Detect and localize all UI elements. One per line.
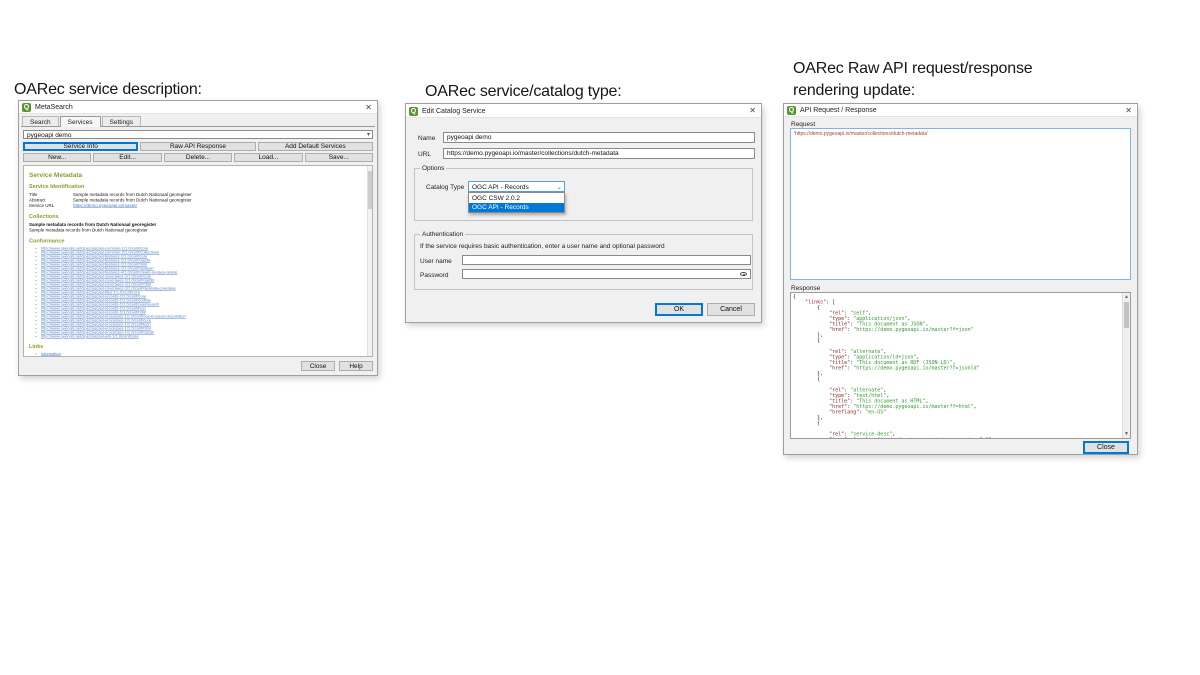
service-info-panel: Service Metadata Service Identification … <box>23 165 373 357</box>
field-label: Service URL <box>29 203 73 209</box>
delete-button[interactable]: Delete... <box>164 153 232 162</box>
edit-catalog-window: Q Edit Catalog Service ✕ Name URL Option… <box>405 103 762 323</box>
response-json: { "links": [ { "rel": "self", "type": "a… <box>791 293 1130 439</box>
conformance-link-list: http://www.opengis.net/spec/ogcapi-commo… <box>41 247 367 339</box>
qgis-icon: Q <box>787 106 796 115</box>
metasearch-footer: Close Help <box>301 361 373 371</box>
service-metadata-heading: Service Metadata <box>29 171 367 179</box>
catalog-type-label: Catalog Type <box>426 184 464 191</box>
password-label: Password <box>420 272 449 279</box>
json-line: "type": "application/vnd.oai.openapi+jso… <box>793 437 1128 439</box>
scrollbar-thumb[interactable] <box>368 171 372 209</box>
raw-api-response-button[interactable]: Raw API Response <box>140 142 255 151</box>
response-scrollbar[interactable]: ▲ ▼ <box>1122 293 1130 438</box>
request-url-text: 'https://demo.pygeoapi.io/master/collect… <box>791 129 1130 139</box>
caption-catalog-type: OARec service/catalog type: <box>425 81 725 103</box>
url-field[interactable] <box>443 148 755 159</box>
service-info-button[interactable]: Service Info <box>23 142 138 151</box>
cancel-button[interactable]: Cancel <box>707 303 755 316</box>
scroll-up-icon[interactable]: ▲ <box>1123 293 1130 301</box>
scroll-down-icon[interactable]: ▼ <box>1123 430 1130 438</box>
edit-button[interactable]: Edit... <box>93 153 161 162</box>
metasearch-button-row-1: Service InfoRaw API ResponseAdd Default … <box>23 142 373 151</box>
api-request-response-window: Q API Request / Response ✕ Request 'http… <box>783 103 1138 455</box>
ok-button[interactable]: OK <box>655 303 703 316</box>
service-identification-heading: Service Identification <box>29 184 367 190</box>
window-title: Edit Catalog Service <box>422 108 485 115</box>
metasearch-titlebar: Q MetaSearch ✕ <box>19 101 377 114</box>
new-button[interactable]: New... <box>23 153 91 162</box>
conformance-link[interactable]: http://www.opengis.net/spec/ogcapi-edr-1… <box>41 334 139 339</box>
options-group: Options <box>414 168 753 221</box>
catalog-type-value: OGC API - Records <box>472 184 529 191</box>
tab-services[interactable]: Services <box>60 116 101 127</box>
request-textarea[interactable]: 'https://demo.pygeoapi.io/master/collect… <box>790 128 1131 280</box>
metasearch-window: Q MetaSearch ✕ SearchServicesSettings py… <box>18 100 378 376</box>
collection-abstract: Sample metadata records from Dutch Natio… <box>29 228 367 234</box>
password-reveal-eye-icon[interactable] <box>740 271 747 277</box>
screenshot-canvas: OARec service description: OARec service… <box>0 0 1200 675</box>
catalog-type-dropdown: OGC CSW 2.0.2OGC API - Records <box>468 192 565 213</box>
help-button[interactable]: Help <box>339 361 373 371</box>
service-select[interactable]: pygeoapi demo ▾ <box>23 130 373 139</box>
window-title: MetaSearch <box>35 104 73 111</box>
options-group-label: Options <box>420 165 446 172</box>
name-field[interactable] <box>443 132 755 143</box>
caption-raw-api: OARec Raw API request/response rendering… <box>793 58 1045 102</box>
username-label: User name <box>420 258 452 265</box>
load-button[interactable]: Load... <box>234 153 302 162</box>
chevron-down-icon: ▾ <box>367 131 370 138</box>
authentication-group-label: Authentication <box>420 231 465 238</box>
password-field[interactable] <box>462 269 751 279</box>
conformance-heading: Conformance <box>29 238 367 244</box>
add-default-services-button[interactable]: Add Default Services <box>258 142 373 151</box>
option-ogc-csw-2-0-2[interactable]: OGC CSW 2.0.2 <box>469 193 564 203</box>
document-link-list: informationThis document as JSONThis doc… <box>41 352 367 357</box>
name-label: Name <box>418 135 435 142</box>
qgis-icon: Q <box>22 103 31 112</box>
service-select-value: pygeoapi demo <box>27 132 71 139</box>
response-textarea[interactable]: { "links": [ { "rel": "self", "type": "a… <box>790 292 1131 439</box>
collections-heading: Collections <box>29 214 367 220</box>
api-dialog-titlebar: Q API Request / Response ✕ <box>784 104 1137 117</box>
save-button[interactable]: Save... <box>305 153 373 162</box>
url-label: URL <box>418 151 431 158</box>
close-button[interactable]: Close <box>1083 441 1129 454</box>
request-label: Request <box>791 121 815 128</box>
field-row: Service URLhttps://demo.pygeoapi.io/mast… <box>29 203 367 209</box>
list-item: http://www.opengis.net/spec/ogcapi-edr-1… <box>41 335 367 339</box>
username-field[interactable] <box>462 255 751 265</box>
response-label: Response <box>791 285 820 292</box>
edit-catalog-titlebar: Q Edit Catalog Service ✕ <box>406 104 761 118</box>
qgis-icon: Q <box>409 107 418 116</box>
document-link[interactable]: This document as JSON <box>41 356 84 358</box>
close-button[interactable]: Close <box>301 361 335 371</box>
list-item: This document as JSON <box>41 356 367 357</box>
close-icon[interactable]: ✕ <box>1125 106 1132 116</box>
auth-hint: If the service requires basic authentica… <box>420 243 665 250</box>
chevron-down-icon: ⌄ <box>557 183 562 191</box>
scrollbar-thumb[interactable] <box>1124 302 1129 328</box>
content-scrollbar[interactable] <box>367 166 372 356</box>
caption-service-description: OARec service description: <box>14 79 314 101</box>
close-icon[interactable]: ✕ <box>365 103 372 113</box>
catalog-type-select[interactable]: OGC API - Records ⌄ <box>468 181 565 192</box>
close-icon[interactable]: ✕ <box>749 106 756 116</box>
metasearch-button-row-2: New...Edit...Delete...Load...Save... <box>23 153 373 162</box>
links-heading: Links <box>29 344 367 350</box>
window-title: API Request / Response <box>800 107 877 114</box>
service-url-link[interactable]: https://demo.pygeoapi.io/master <box>73 203 137 209</box>
option-ogc-api-records[interactable]: OGC API - Records <box>469 203 564 213</box>
identification-fields: TitleSample metadata records from Dutch … <box>29 192 367 209</box>
